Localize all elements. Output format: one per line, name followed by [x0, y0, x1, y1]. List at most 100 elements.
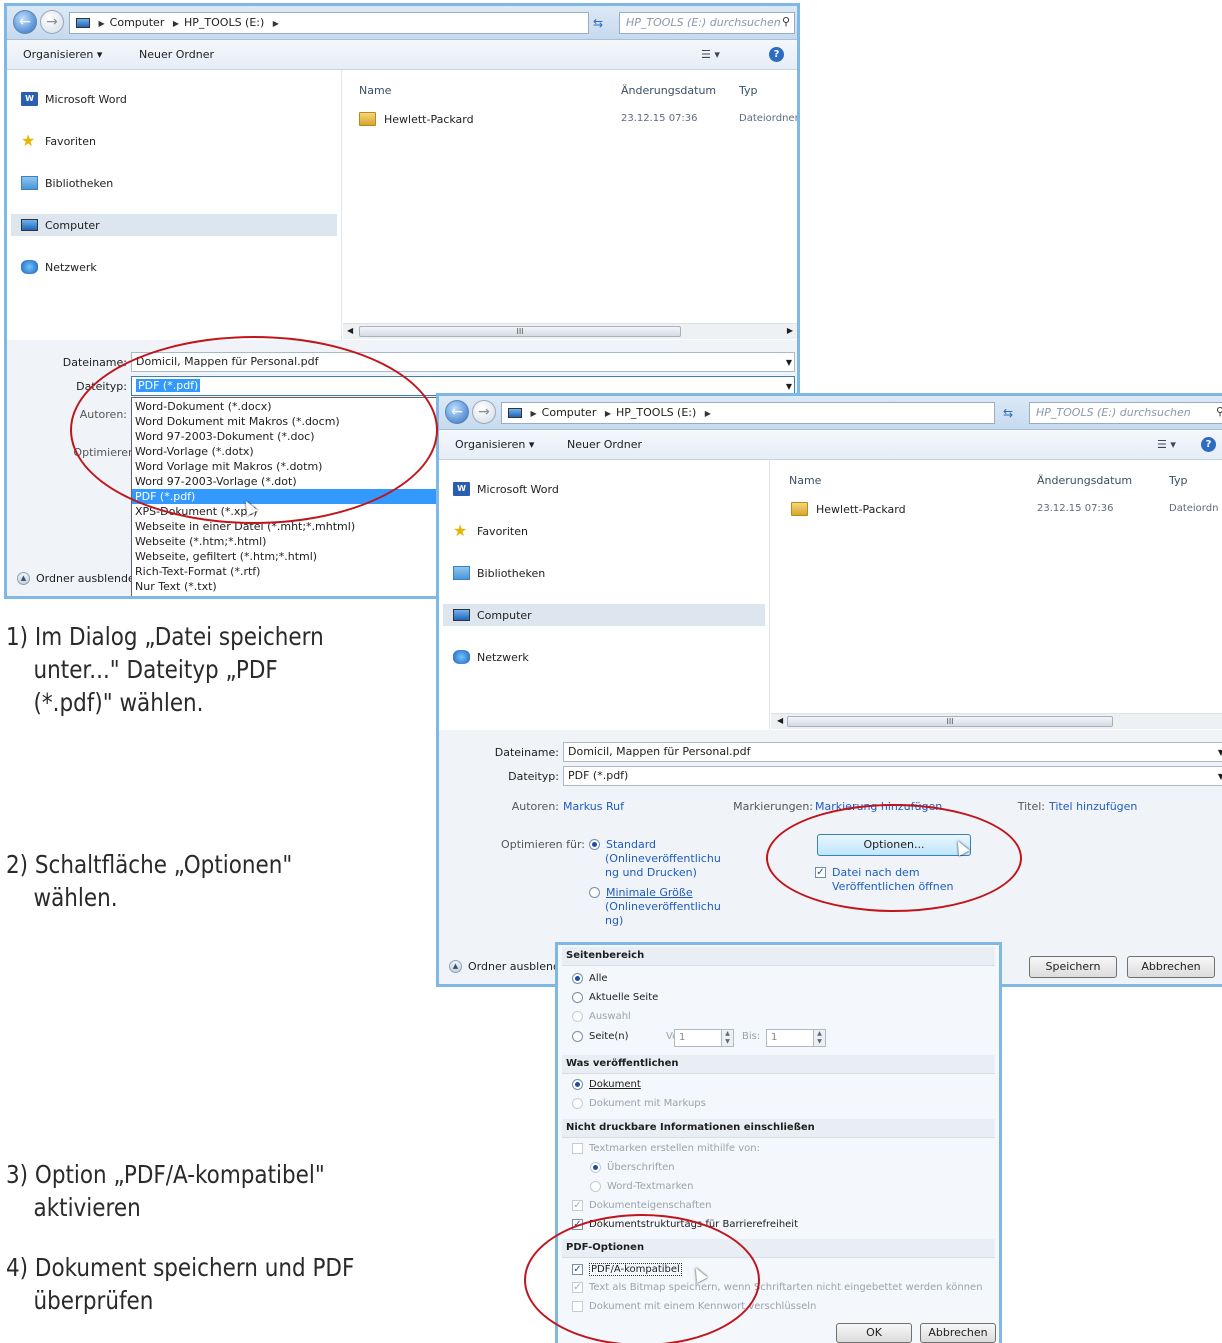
- step-4-text: 4) Dokument speichern und PDF überprüfen: [6, 1253, 355, 1315]
- scroll-thumb[interactable]: III: [787, 716, 1113, 727]
- range-pages-radio[interactable]: Seite(n): [572, 1031, 629, 1042]
- view-icon[interactable]: ☰ ▾: [1157, 438, 1176, 451]
- nav-item-word[interactable]: W Microsoft Word: [21, 88, 127, 110]
- help-icon[interactable]: ?: [769, 47, 784, 62]
- to-spinner[interactable]: 1 ▲ ▼: [766, 1029, 826, 1047]
- title-value[interactable]: Titel hinzufügen: [1049, 800, 1137, 813]
- column-date[interactable]: Änderungsdatum: [1037, 474, 1132, 487]
- breadcrumb-drive[interactable]: HP_TOOLS (E:): [616, 406, 696, 419]
- nav-item-libraries[interactable]: Bibliotheken: [21, 172, 113, 194]
- filename-field[interactable]: Domicil, Mappen für Personal.pdf▼: [563, 742, 1222, 762]
- back-button[interactable]: ←: [13, 10, 37, 34]
- scroll-left-icon[interactable]: ◀: [347, 326, 353, 335]
- file-row[interactable]: Hewlett-Packard: [359, 112, 474, 126]
- optimize-label: Optimieren für:: [501, 838, 585, 851]
- computer-icon: [453, 609, 470, 621]
- file-row[interactable]: Hewlett-Packard: [791, 502, 906, 516]
- horizontal-scrollbar[interactable]: ◀ III ▶: [343, 323, 797, 339]
- section-page-range: Seitenbereich: [562, 947, 995, 966]
- view-icon[interactable]: ☰ ▾: [701, 48, 720, 61]
- nav-item-network[interactable]: Netzwerk: [453, 646, 529, 668]
- address-path[interactable]: ▶ Computer ▶ HP_TOOLS (E:) ▶: [501, 402, 995, 424]
- optimize-standard-radio[interactable]: Standard: [589, 838, 656, 851]
- column-type[interactable]: Typ: [1169, 474, 1188, 487]
- chevron-down-icon[interactable]: ▼: [1218, 748, 1222, 757]
- range-all-radio[interactable]: Alle: [572, 973, 608, 984]
- section-nonprint: Nicht druckbare Informationen einschließ…: [562, 1119, 995, 1138]
- filetype-option[interactable]: Webseite, gefiltert (*.htm;*.html): [132, 549, 460, 564]
- column-type[interactable]: Typ: [739, 84, 758, 97]
- network-icon: [453, 650, 470, 664]
- filetype-label: Dateityp:: [508, 770, 559, 783]
- hide-folders-button[interactable]: ▲ Ordner ausblende: [17, 572, 135, 585]
- forward-button[interactable]: →: [40, 10, 64, 34]
- hide-folders-button[interactable]: ▲ Ordner ausblend: [449, 960, 560, 973]
- breadcrumb-computer[interactable]: Computer: [542, 406, 597, 419]
- new-folder-button[interactable]: Neuer Ordner: [567, 438, 642, 451]
- refresh-icon[interactable]: ⇆: [593, 16, 603, 30]
- nav-pane: W Microsoft Word ★ Favoriten Bibliotheken …: [7, 70, 342, 340]
- star-icon: ★: [21, 131, 36, 150]
- spinner-arrows-icon[interactable]: ▲ ▼: [813, 1030, 825, 1046]
- new-folder-button[interactable]: Neuer Ordner: [139, 48, 214, 61]
- chevron-down-icon[interactable]: ▼: [786, 358, 792, 367]
- scroll-right-icon[interactable]: ▶: [787, 326, 793, 335]
- publish-markup-radio: Dokument mit Markups: [572, 1098, 706, 1109]
- filetype-option[interactable]: Nur Text (*.txt): [132, 579, 460, 594]
- nav-item-libraries[interactable]: Bibliotheken: [453, 562, 545, 584]
- refresh-icon[interactable]: ⇆: [1003, 406, 1013, 420]
- publish-document-radio[interactable]: Dokument: [572, 1079, 641, 1090]
- options-cancel-button[interactable]: Abbrechen: [920, 1323, 996, 1343]
- from-spinner[interactable]: 1 ▲ ▼: [674, 1029, 734, 1047]
- cancel-button[interactable]: Abbrechen: [1127, 956, 1215, 978]
- folder-icon: [791, 502, 808, 516]
- computer-icon: [76, 18, 90, 28]
- chevron-down-icon[interactable]: ▼: [1218, 772, 1222, 781]
- breadcrumb-computer[interactable]: Computer: [110, 16, 165, 29]
- search-input[interactable]: HP_TOOLS (E:) durchsuchen ⚲: [619, 12, 795, 34]
- title-label: Titel:: [1017, 800, 1045, 813]
- column-name[interactable]: Name: [789, 474, 821, 487]
- word-bookmarks-radio: Word-Textmarken: [590, 1181, 694, 1192]
- nav-item-word[interactable]: W Microsoft Word: [453, 478, 559, 500]
- filetype-option[interactable]: Webseite (*.htm;*.html): [132, 534, 460, 549]
- optimize-min-desc-1: (Onlineveröffentlichu: [605, 900, 721, 913]
- scroll-left-icon[interactable]: ◀: [777, 716, 783, 725]
- horizontal-scrollbar[interactable]: ◀ III: [771, 713, 1222, 729]
- scroll-thumb[interactable]: III: [359, 326, 681, 337]
- headings-radio: Überschriften: [590, 1162, 675, 1173]
- search-input[interactable]: HP_TOOLS (E:) durchsuchen ⚲: [1029, 402, 1222, 424]
- search-icon: ⚲: [781, 15, 790, 28]
- organize-menu[interactable]: Organisieren ▾: [455, 438, 534, 451]
- nav-item-computer[interactable]: Computer: [11, 214, 337, 236]
- chevron-down-icon[interactable]: ▼: [786, 382, 792, 391]
- range-selection-radio: Auswahl: [572, 1011, 631, 1022]
- address-bar: ← → ▶ Computer ▶ HP_TOOLS (E:) ▶ ⇆ HP_TOOL…: [7, 6, 797, 40]
- file-date: 23.12.15 07:36: [1037, 503, 1114, 514]
- authors-value[interactable]: Markus Ruf: [563, 800, 624, 813]
- range-current-radio[interactable]: Aktuelle Seite: [572, 992, 658, 1003]
- breadcrumb-drive[interactable]: HP_TOOLS (E:): [184, 16, 264, 29]
- forward-button[interactable]: →: [472, 400, 496, 424]
- ok-button[interactable]: OK: [836, 1323, 912, 1343]
- address-bar: ← → ▶ Computer ▶ HP_TOOLS (E:) ▶ ⇆ HP_TOOL…: [439, 396, 1222, 430]
- nav-item-favorites[interactable]: ★ Favoriten: [453, 520, 528, 542]
- toolbar: Organisieren ▾ Neuer Ordner ☰ ▾ ?: [7, 40, 797, 70]
- save-button[interactable]: Speichern: [1029, 956, 1117, 978]
- column-name[interactable]: Name: [359, 84, 391, 97]
- filetype-option[interactable]: Rich-Text-Format (*.rtf): [132, 564, 460, 579]
- nav-item-network[interactable]: Netzwerk: [21, 256, 97, 278]
- column-date[interactable]: Änderungsdatum: [621, 84, 716, 97]
- toolbar: Organisieren ▾ Neuer Ordner ☰ ▾ ?: [439, 430, 1222, 460]
- back-button[interactable]: ←: [445, 400, 469, 424]
- nav-item-computer[interactable]: Computer: [443, 604, 765, 626]
- help-icon[interactable]: ?: [1201, 437, 1216, 452]
- organize-menu[interactable]: Organisieren ▾: [23, 48, 102, 61]
- filetype-select[interactable]: PDF (*.pdf)▼: [563, 766, 1222, 786]
- nav-item-favorites[interactable]: ★ Favoriten: [21, 130, 96, 152]
- spinner-arrows-icon[interactable]: ▲ ▼: [721, 1030, 733, 1046]
- network-icon: [21, 260, 38, 274]
- address-path[interactable]: ▶ Computer ▶ HP_TOOLS (E:) ▶: [69, 12, 589, 34]
- optimize-min-radio[interactable]: Minimale Größe: [589, 886, 693, 899]
- computer-icon: [508, 408, 522, 418]
